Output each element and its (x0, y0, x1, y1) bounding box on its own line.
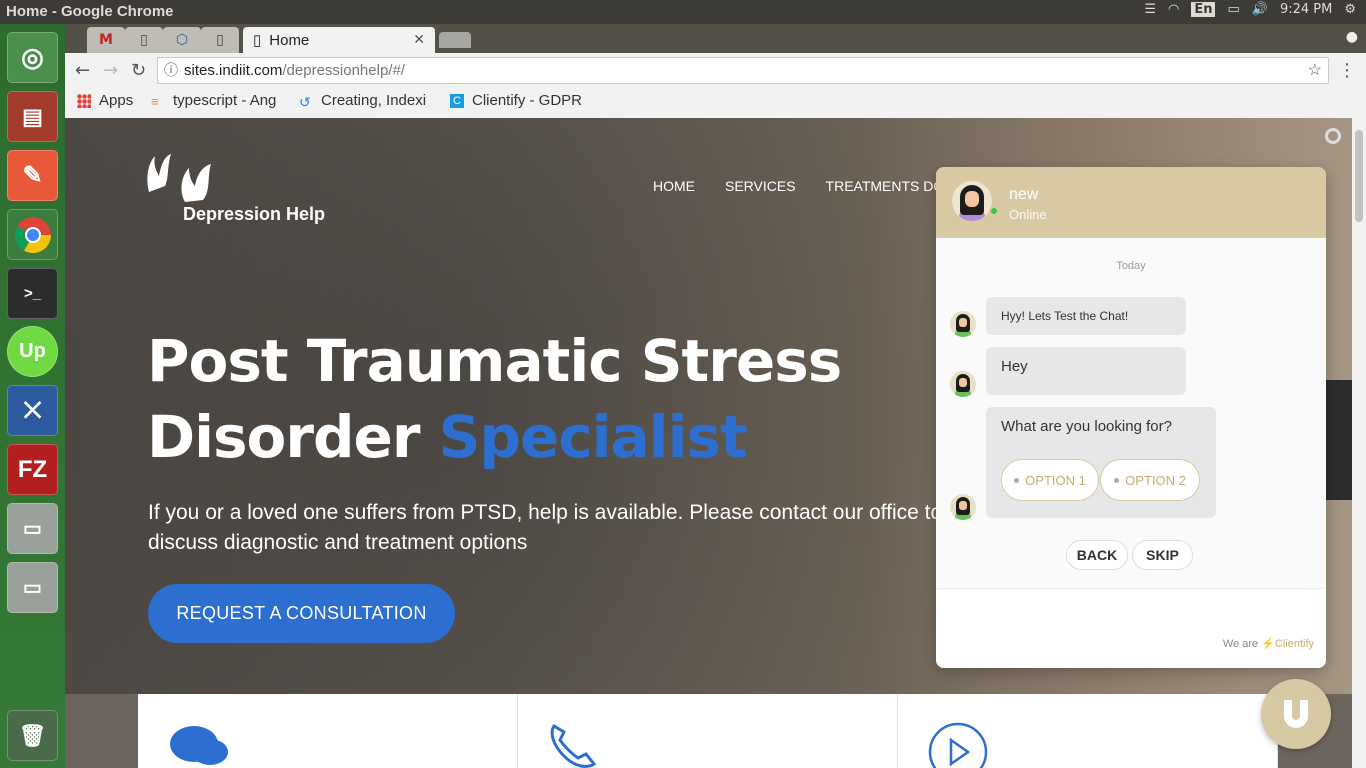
bookmark-apps[interactable]: Apps (77, 92, 133, 109)
chat-input-area[interactable]: We are ⚡Clientify (936, 588, 1326, 668)
chrome-icon[interactable] (7, 209, 58, 260)
window-title: Home - Google Chrome (6, 3, 174, 20)
page-scrollbar[interactable] (1352, 118, 1366, 768)
url-path: /depressionhelp/#/ (282, 62, 405, 79)
nav-home[interactable]: HOME (653, 178, 695, 194)
skip-button[interactable]: SKIP (1132, 540, 1193, 570)
message-avatar (950, 494, 976, 520)
play-circle-icon (928, 722, 988, 768)
bookmark-creating-index[interactable]: ↺ Creating, Indexi (299, 92, 426, 110)
back-button[interactable]: BACK (1066, 540, 1128, 570)
forward-arrow-icon[interactable]: → (103, 60, 118, 81)
feature-card-phone[interactable] (518, 694, 898, 768)
refresh-icon: ↺ (299, 93, 311, 110)
drive-icon[interactable]: ▭ (7, 562, 58, 613)
profile-icon[interactable]: ● (1346, 29, 1358, 45)
page-icon: ▯ (253, 32, 262, 49)
agent-name: new (1009, 186, 1039, 203)
volume-icon[interactable]: 🔊 (1252, 2, 1268, 17)
hero-subtitle: If you or a loved one suffers from PTSD,… (148, 501, 943, 554)
browser-chrome: M ▯ ⬡ ▯ ▯ Home ✕ ● ← → ↻ ⓘ sites.indiit.… (65, 24, 1366, 118)
option-2-button[interactable]: OPTION 2 (1100, 459, 1200, 501)
feature-cards (138, 694, 1278, 768)
message-avatar (950, 311, 976, 337)
bookmark-clientify[interactable]: C Clientify - GDPR (450, 92, 582, 109)
tab-bitbucket-icon[interactable]: ⬡ (163, 27, 201, 53)
chat-message: What are you looking for? (1001, 418, 1172, 435)
postman-icon[interactable]: ✎ (7, 150, 58, 201)
logo-text: Depression Help (183, 204, 326, 224)
reload-icon[interactable]: ↻ (131, 60, 146, 81)
message-avatar (950, 371, 976, 397)
headline-highlight: Specialist (438, 403, 748, 471)
powered-by: We are ⚡Clientify (1222, 638, 1314, 650)
filezilla-icon[interactable]: FZ (7, 444, 58, 495)
stackoverflow-icon: ≡ (151, 93, 159, 109)
back-arrow-icon[interactable]: ← (75, 60, 90, 81)
phone-icon (550, 723, 597, 768)
clientify-link[interactable]: Clientify (1275, 638, 1314, 650)
settings-gear-icon[interactable]: ⚙ (1344, 2, 1356, 17)
chat-header: new Online (936, 167, 1326, 238)
keyboard-language[interactable]: En (1191, 2, 1216, 17)
chat-question-bubble: What are you looking for? OPTION 1 OPTIO… (986, 407, 1216, 518)
bookmarks-bar: Apps ≡ typescript - Ang ↺ Creating, Inde… (65, 88, 1366, 116)
file-manager-icon[interactable]: ▤ (7, 91, 58, 142)
agent-status: Online (1009, 207, 1047, 222)
bookmark-typescript[interactable]: ≡ typescript - Ang (151, 92, 276, 109)
headline-line-2: Disorder Specialist (147, 403, 748, 471)
clock[interactable]: 9:24 PM (1280, 2, 1332, 17)
request-consultation-button[interactable]: REQUEST A CONSULTATION (148, 584, 455, 643)
battery-icon[interactable]: ▭ (1227, 2, 1239, 17)
close-tab-icon[interactable]: ✕ (413, 31, 425, 48)
floating-contact-bar[interactable] (1326, 380, 1352, 500)
online-status-icon (989, 206, 999, 216)
url-domain: sites.indiit.com (184, 62, 283, 79)
magnet-icon (1284, 700, 1308, 728)
tab-page-icon[interactable]: ▯ (201, 27, 239, 53)
system-top-bar: Home - Google Chrome ☰ ◠ En ▭ 🔊 9:24 PM … (0, 0, 1366, 24)
nav-services[interactable]: SERVICES (725, 178, 796, 194)
wifi-icon[interactable]: ◠ (1168, 2, 1179, 17)
tab-home[interactable]: ▯ Home ✕ (243, 27, 435, 53)
trash-icon[interactable]: 🗑 (7, 710, 58, 761)
feature-card-video[interactable] (898, 694, 1278, 768)
gmail-tab-icon[interactable]: M (87, 27, 125, 53)
address-bar[interactable]: ⓘ sites.indiit.com/depressionhelp/#/ ☆ (157, 57, 1329, 84)
hero-headline: Post Traumatic Stress Disorder Specialis… (147, 323, 842, 475)
agent-avatar (952, 181, 992, 221)
ubuntu-dash-icon[interactable]: ◎ (7, 32, 58, 83)
apps-grid-icon (77, 93, 91, 108)
tab-title: Home (269, 31, 310, 49)
site-info-icon[interactable]: ⓘ (164, 58, 178, 83)
feature-card-chat[interactable] (138, 694, 518, 768)
notes-icon[interactable]: ☰ (1144, 2, 1156, 17)
headline-line-1: Post Traumatic Stress (147, 327, 842, 395)
option-1-button[interactable]: OPTION 1 (1001, 459, 1099, 501)
widget-close-circle-icon[interactable] (1325, 128, 1341, 144)
drive-icon[interactable]: ▭ (7, 503, 58, 554)
scrollbar-thumb[interactable] (1355, 130, 1363, 222)
tab-page-icon[interactable]: ▯ (125, 27, 163, 53)
menu-kebab-icon[interactable]: ⋮ (1338, 60, 1356, 81)
day-separator: Today (1116, 260, 1146, 272)
site-logo[interactable]: Depression Help (141, 152, 325, 224)
clientify-icon: C (450, 93, 464, 108)
terminal-icon[interactable]: >_ (7, 268, 58, 319)
bookmark-star-icon[interactable]: ☆ (1308, 58, 1322, 83)
chat-message: Hyy! Lets Test the Chat! (986, 297, 1186, 335)
chat-launcher-button[interactable] (1261, 679, 1331, 749)
main-nav: HOME SERVICES TREATMENTS DON (653, 178, 954, 194)
app-launcher: ◎ ▤ ✎ >_ Up ⨉ FZ ▭ ▭ 🗑 (0, 24, 65, 768)
bolt-icon: ⚡ (1261, 638, 1275, 650)
system-tray: ☰ ◠ En ▭ 🔊 9:24 PM ⚙ (1144, 2, 1356, 17)
chat-messages: Today Hyy! Lets Test the Chat! Hey What … (936, 238, 1326, 588)
chat-bubbles-icon (170, 726, 228, 765)
chat-widget: new Online Today Hyy! Lets Test the Chat… (936, 167, 1326, 668)
chat-message: Hey (986, 347, 1186, 395)
tab-strip: M ▯ ⬡ ▯ ▯ Home ✕ ● (65, 24, 1366, 53)
upwork-icon[interactable]: Up (7, 326, 58, 377)
vscode-icon[interactable]: ⨉ (7, 385, 58, 436)
new-tab-button[interactable] (439, 32, 471, 48)
